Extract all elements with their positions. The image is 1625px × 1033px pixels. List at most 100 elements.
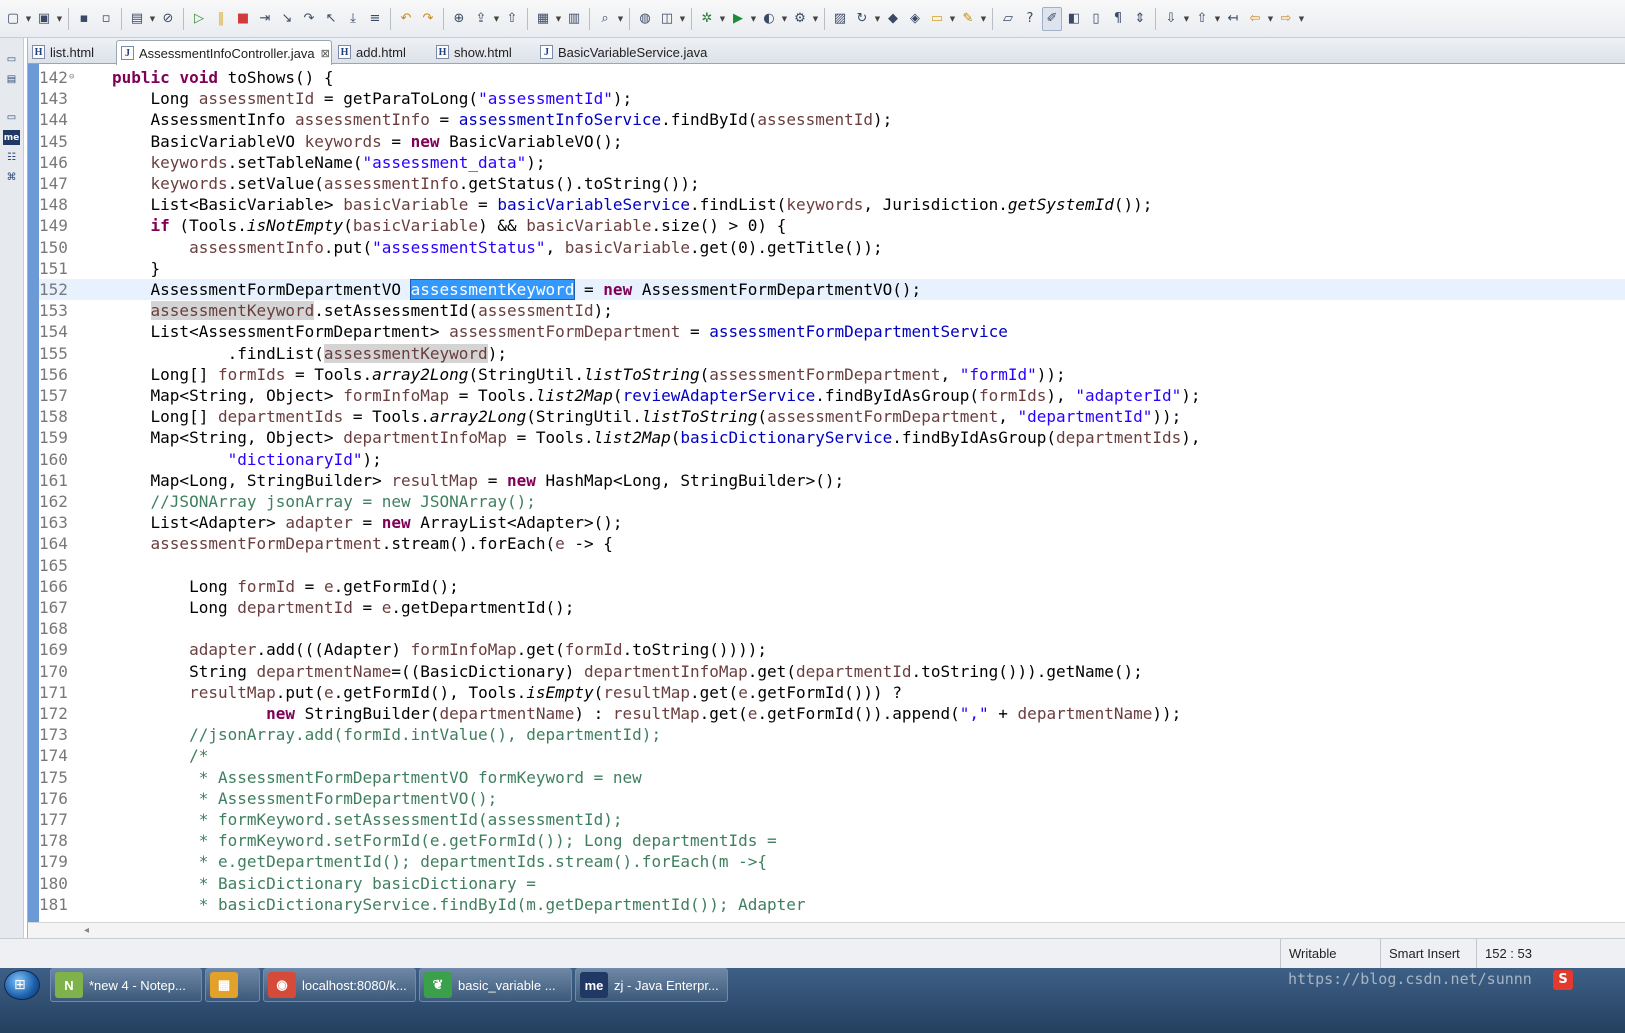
code-line[interactable]: 168 — [39, 618, 1625, 639]
code-line[interactable]: 146 keywords.setTableName("assessment_da… — [39, 152, 1625, 173]
external-tools-icon[interactable]: ⚙ — [790, 7, 810, 31]
new-server-icon[interactable]: ⊕ — [449, 7, 469, 31]
forward-icon[interactable]: ⇨ — [1276, 7, 1296, 31]
code-line[interactable]: 166 Long formId = e.getFormId(); — [39, 576, 1625, 597]
tab-show-html[interactable]: Hshow.html — [432, 40, 534, 64]
code-line[interactable]: 158 Long[] departmentIds = Tools.array2L… — [39, 406, 1625, 427]
code-line[interactable]: 153 assessmentKeyword.setAssessmentId(as… — [39, 300, 1625, 321]
code-line[interactable]: 165 — [39, 555, 1625, 576]
myeclipse-icon[interactable]: me — [3, 130, 20, 145]
taskbar-item-navicat[interactable]: ❦ basic_variable ... — [419, 968, 572, 1002]
dropdown-arrow-icon[interactable]: ▼ — [55, 7, 64, 31]
code-line[interactable]: 161 Map<Long, StringBuilder> resultMap =… — [39, 470, 1625, 491]
toggle-highlight-icon[interactable]: ◧ — [1064, 7, 1084, 31]
start-button[interactable]: ⊞ — [4, 970, 40, 1000]
restore-icon[interactable]: ▭ — [3, 52, 20, 67]
dropdown-arrow-icon[interactable]: ▼ — [148, 7, 157, 31]
taskbar-item-myeclipse[interactable]: me zj - Java Enterpr... — [575, 968, 728, 1002]
run-icon[interactable]: ▶ — [728, 7, 748, 31]
close-icon[interactable]: ⊠ — [321, 47, 330, 60]
resume-icon[interactable]: ▷ — [189, 7, 209, 31]
taskbar-item-windows-app[interactable]: ▦ — [205, 968, 260, 1002]
package-explorer-icon[interactable]: ▤ — [3, 72, 20, 87]
code-line[interactable]: 157 Map<String, Object> formInfoMap = To… — [39, 385, 1625, 406]
code-line[interactable]: 178 * formKeyword.setFormId(e.getFormId(… — [39, 830, 1625, 851]
drop-to-frame-icon[interactable]: ⤓ — [343, 7, 363, 31]
dropdown-arrow-icon[interactable]: ▼ — [749, 7, 758, 31]
use-step-filters-icon[interactable]: ≡ — [365, 7, 385, 31]
code-line[interactable]: 154 List<AssessmentFormDepartment> asses… — [39, 321, 1625, 342]
code-line[interactable]: 142⊖ public void toShows() { — [39, 67, 1625, 88]
code-line[interactable]: 160 "dictionaryId"); — [39, 449, 1625, 470]
deploy-icon[interactable]: ⇪ — [471, 7, 491, 31]
scroll-left-icon[interactable]: ◂ — [84, 923, 89, 939]
terminate-icon[interactable]: ■ — [233, 7, 253, 31]
dropdown-arrow-icon[interactable]: ▼ — [616, 7, 625, 31]
code-line[interactable]: 167 Long departmentId = e.getDepartmentI… — [39, 597, 1625, 618]
dropdown-arrow-icon[interactable]: ▼ — [1297, 7, 1306, 31]
ime-icon[interactable]: S — [1553, 970, 1573, 990]
fold-toggle-icon[interactable]: ⊖ — [69, 67, 79, 88]
code-line[interactable]: 149 if (Tools.isNotEmpty(basicVariable) … — [39, 215, 1625, 236]
dropdown-arrow-icon[interactable]: ▼ — [492, 7, 501, 31]
code-line[interactable]: 145 BasicVariableVO keywords = new Basic… — [39, 131, 1625, 152]
code-line[interactable]: 147 keywords.setValue(assessmentInfo.get… — [39, 173, 1625, 194]
save-icon[interactable]: ▪ — [74, 7, 94, 31]
code-line[interactable]: 148 List<BasicVariable> basicVariable = … — [39, 194, 1625, 215]
code-line[interactable]: 172 new StringBuilder(departmentName) : … — [39, 703, 1625, 724]
disconnect-icon[interactable]: ⇥ — [255, 7, 275, 31]
dropdown-arrow-icon[interactable]: ▼ — [979, 7, 988, 31]
code-line[interactable]: 173 //jsonArray.add(formId.intValue(), d… — [39, 724, 1625, 745]
dropdown-arrow-icon[interactable]: ▼ — [1266, 7, 1275, 31]
code-line[interactable]: 159 Map<String, Object> departmentInfoMa… — [39, 427, 1625, 448]
tab-basicvariableservice-java[interactable]: J BasicVariableService.java — [536, 40, 712, 64]
skip-breakpoints-icon[interactable]: ⊘ — [158, 7, 178, 31]
new-icon[interactable]: ▢ — [3, 7, 23, 31]
open-task-icon[interactable]: ◈ — [905, 7, 925, 31]
refresh-icon[interactable]: ↻ — [852, 7, 872, 31]
dropdown-arrow-icon[interactable]: ▼ — [678, 7, 687, 31]
pencil-icon[interactable]: ✎ — [958, 7, 978, 31]
tab-list-html[interactable]: Hlist.html — [28, 40, 114, 64]
code-line[interactable]: 180 * BasicDictionary basicDictionary = — [39, 873, 1625, 894]
step-over-icon[interactable]: ↷ — [299, 7, 319, 31]
code-line[interactable]: 169 adapter.add(((Adapter) formInfoMap.g… — [39, 639, 1625, 660]
restore-icon[interactable]: ▭ — [3, 110, 20, 125]
code-line[interactable]: 175 * AssessmentFormDepartmentVO formKey… — [39, 767, 1625, 788]
table-icon[interactable]: ▥ — [564, 7, 584, 31]
code-line[interactable]: 164 assessmentFormDepartment.stream().fo… — [39, 533, 1625, 554]
open-type-icon[interactable]: ◆ — [883, 7, 903, 31]
suspend-icon[interactable]: ‖ — [211, 7, 231, 31]
step-into-icon[interactable]: ↘ — [277, 7, 297, 31]
show-whitespace-icon[interactable]: ⇕ — [1130, 7, 1150, 31]
coverage-icon[interactable]: ◐ — [759, 7, 779, 31]
prev-annotation-icon[interactable]: ⇧ — [1192, 7, 1212, 31]
code-line[interactable]: 177 * formKeyword.setAssessmentId(assess… — [39, 809, 1625, 830]
code-line[interactable]: 143 Long assessmentId = getParaToLong("a… — [39, 88, 1625, 109]
debug-icon[interactable]: ✲ — [697, 7, 717, 31]
new-package-icon[interactable]: ▨ — [830, 7, 850, 31]
outline-icon[interactable]: ⌘ — [3, 170, 20, 185]
dropdown-arrow-icon[interactable]: ▼ — [718, 7, 727, 31]
open-resource-icon[interactable]: ▱ — [998, 7, 1018, 31]
publish-icon[interactable]: ⇧ — [502, 7, 522, 31]
code-line[interactable]: 156 Long[] formIds = Tools.array2Long(St… — [39, 364, 1625, 385]
last-edit-icon[interactable]: ↤ — [1223, 7, 1243, 31]
code-line[interactable]: 170 String departmentName=((BasicDiction… — [39, 661, 1625, 682]
save-all-icon[interactable]: ▫ — [96, 7, 116, 31]
code-line[interactable]: 162 //JSONArray jsonArray = new JSONArra… — [39, 491, 1625, 512]
code-line[interactable]: 176 * AssessmentFormDepartmentVO(); — [39, 788, 1625, 809]
code-area[interactable]: 142⊖ public void toShows() {143 Long asse… — [28, 64, 1625, 922]
console-icon[interactable]: ▤ — [127, 7, 147, 31]
dropdown-arrow-icon[interactable]: ▼ — [948, 7, 957, 31]
redo-icon[interactable]: ↷ — [418, 7, 438, 31]
open-folder-icon[interactable]: ▭ — [927, 7, 947, 31]
grid-icon[interactable]: ▦ — [533, 7, 553, 31]
code-line[interactable]: 174 /* — [39, 745, 1625, 766]
block-selection-icon[interactable]: ▯ — [1086, 7, 1106, 31]
code-line[interactable]: 151 } — [39, 258, 1625, 279]
code-line[interactable]: 150 assessmentInfo.put("assessmentStatus… — [39, 237, 1625, 258]
dropdown-arrow-icon[interactable]: ▼ — [24, 7, 33, 31]
mark-occurrences-icon[interactable]: ✐ — [1042, 6, 1062, 31]
code-line[interactable]: 179 * e.getDepartmentId(); departmentIds… — [39, 851, 1625, 872]
